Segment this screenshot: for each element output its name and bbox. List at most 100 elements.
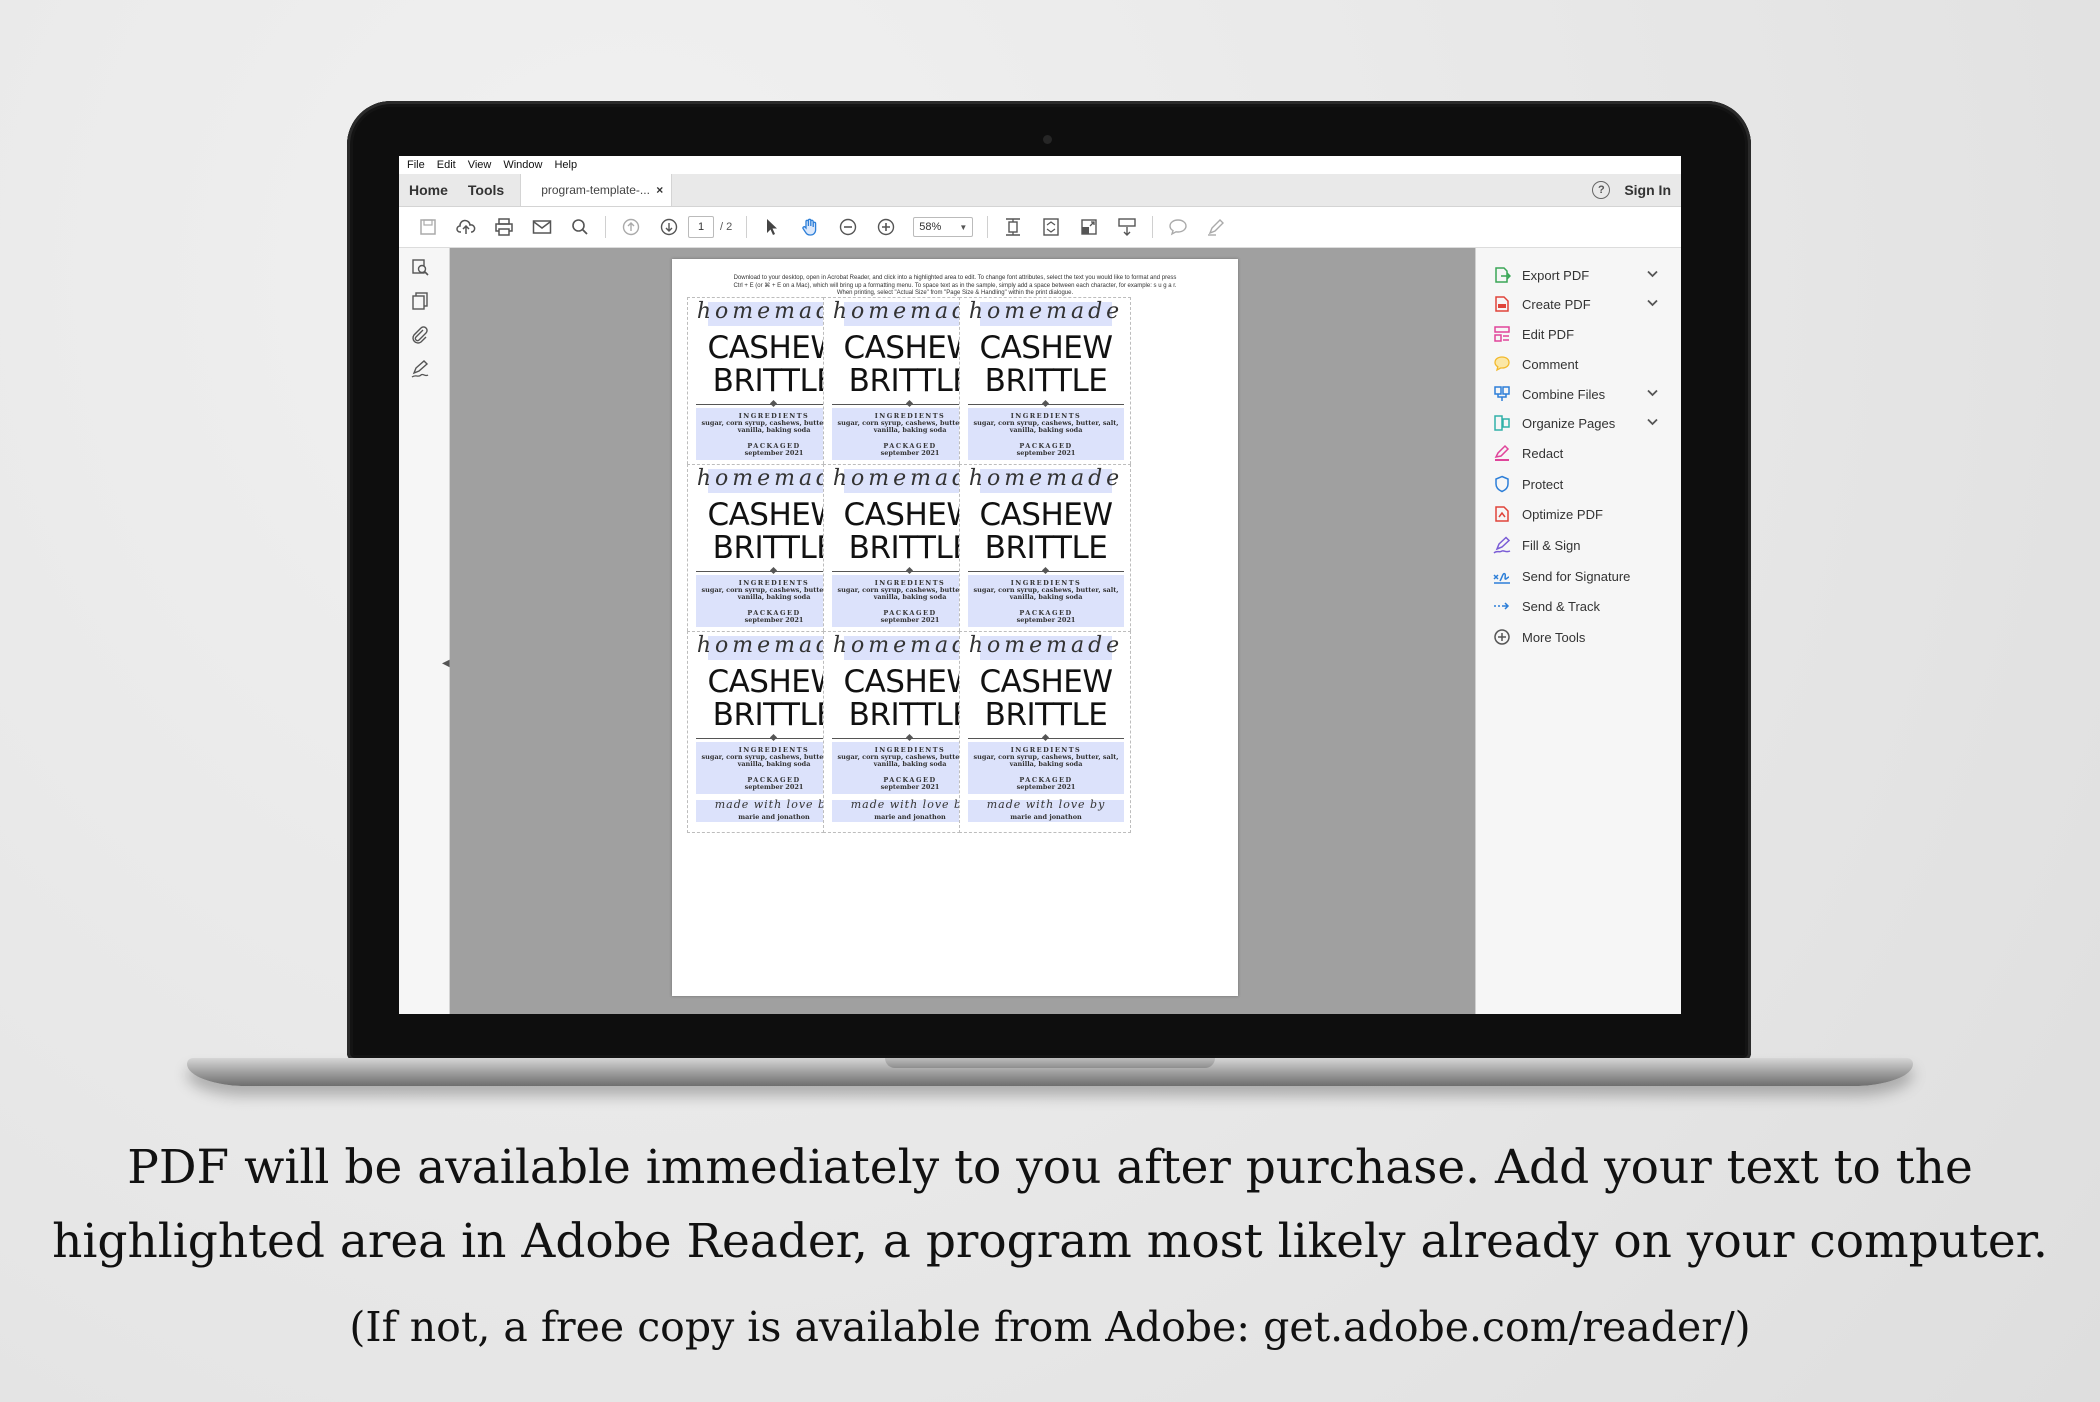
menu-edit[interactable]: Edit [437, 159, 456, 171]
zoom-select[interactable]: 58% ▼ [913, 217, 974, 237]
zoom-in-icon[interactable] [876, 217, 896, 237]
packaged-date: september 2021 [1016, 616, 1076, 624]
pdf-page[interactable]: Download to your desktop, open in Acroba… [672, 259, 1238, 996]
tool-label: Send for Signature [1522, 568, 1631, 584]
rotate-icon[interactable] [1079, 217, 1099, 237]
signature-icon[interactable] [409, 358, 431, 380]
comment-icon[interactable] [1168, 217, 1188, 237]
screen: File Edit View Window Help Home Tools pr… [399, 156, 1681, 1014]
tool-label: Fill & Sign [1522, 537, 1581, 553]
tool-label: Edit PDF [1522, 326, 1575, 342]
tab-tools[interactable]: Tools [458, 174, 514, 206]
left-rail: ◀ [399, 248, 450, 1014]
tool-create-pdf[interactable]: Create PDF [1492, 293, 1672, 315]
tab-document[interactable]: program-template-... × [520, 174, 673, 206]
label-title-line-2: BRITTLE [984, 697, 1108, 733]
tool-optimize-pdf[interactable]: Optimize PDF [1492, 503, 1672, 525]
full-page-icon[interactable] [1041, 217, 1061, 237]
divider-diamond [1041, 399, 1050, 408]
help-icon[interactable]: ? [1592, 181, 1611, 199]
tool-label: Create PDF [1522, 296, 1591, 312]
tool-send-for-signature[interactable]: Send for Signature [1492, 565, 1672, 587]
tool-more-tools[interactable]: More Tools [1492, 626, 1672, 648]
chevron-down-icon[interactable] [1646, 297, 1658, 309]
toolbar-separator [746, 216, 748, 238]
document-viewer[interactable]: Download to your desktop, open in Acroba… [450, 248, 1475, 1014]
print-icon[interactable] [494, 217, 514, 237]
fit-page-icon[interactable] [1003, 217, 1023, 237]
menu-window[interactable]: Window [503, 159, 542, 171]
highlight-pen-icon[interactable] [1206, 217, 1226, 237]
organize-pages-icon [1492, 413, 1512, 433]
tool-combine-files[interactable]: Combine Files [1492, 383, 1672, 405]
label-title-line-1: CASHEW [979, 664, 1113, 700]
ingredients-text: sugar, corn syrup, cashews, butter, salt… [973, 419, 1119, 434]
toolbar: 1 / 2 58% ▼ [399, 207, 1681, 248]
sign-in-button[interactable]: Sign In [1624, 182, 1671, 198]
next-page-icon[interactable] [659, 217, 679, 237]
create-pdf-icon [1492, 294, 1512, 314]
chevron-down-icon[interactable] [1646, 416, 1658, 428]
chevron-down-icon[interactable] [1646, 387, 1658, 399]
page-instructions: Download to your desktop, open in Acroba… [733, 275, 1177, 296]
save-icon[interactable] [418, 217, 438, 237]
pages-icon[interactable] [409, 290, 431, 312]
prev-page-icon[interactable] [621, 217, 641, 237]
comment-icon [1492, 354, 1512, 374]
menu-file[interactable]: File [407, 159, 425, 171]
divider-diamond [905, 399, 914, 408]
laptop-notch [885, 1058, 1215, 1068]
label-script-heading: homemade [968, 633, 1124, 658]
more-tools-icon [1492, 627, 1512, 647]
tool-protect[interactable]: Protect [1492, 473, 1672, 495]
combine-files-icon [1492, 384, 1512, 404]
label-card[interactable]: homemade CASHEW BRITTLE INGREDIENTS sugar, c… [959, 631, 1131, 833]
redact-icon [1492, 443, 1512, 463]
tool-label: Organize Pages [1522, 415, 1616, 431]
camera-dot [1043, 135, 1052, 144]
tool-label: Export PDF [1522, 267, 1590, 283]
attachment-icon[interactable] [409, 324, 431, 346]
tool-label: Send & Track [1522, 598, 1601, 614]
tool-export-pdf[interactable]: Export PDF [1492, 264, 1672, 286]
page-total: / 2 [720, 221, 733, 233]
tab-home[interactable]: Home [399, 174, 458, 206]
tool-organize-pages[interactable]: Organize Pages [1492, 412, 1672, 434]
send-signature-icon [1492, 566, 1512, 586]
page-thumbnails-icon[interactable] [409, 256, 431, 278]
tool-label: More Tools [1522, 629, 1586, 645]
select-cursor-icon[interactable] [762, 217, 782, 237]
scroll-mode-icon[interactable] [1117, 217, 1137, 237]
tool-redact[interactable]: Redact [1492, 442, 1672, 464]
divider-diamond [769, 399, 778, 408]
zoom-out-icon[interactable] [838, 217, 858, 237]
upload-icon[interactable] [456, 217, 476, 237]
toolbar-separator [987, 216, 989, 238]
email-icon[interactable] [532, 217, 552, 237]
search-icon[interactable] [570, 217, 590, 237]
close-tab-icon[interactable]: × [656, 183, 663, 197]
label-title-line-2: BRITTLE [984, 363, 1108, 399]
tool-send-track[interactable]: Send & Track [1492, 595, 1672, 617]
export-pdf-icon [1492, 265, 1512, 285]
divider-diamond [1041, 733, 1050, 742]
tabbar-right: ? Sign In [1592, 174, 1671, 206]
collapse-panel-icon[interactable]: ◀ [442, 658, 450, 669]
divider-diamond [769, 733, 778, 742]
menu-help[interactable]: Help [554, 159, 577, 171]
tools-panel: Export PDF Create PDF Edit PDF Comment Combi… [1475, 248, 1681, 1014]
menu-view[interactable]: View [468, 159, 492, 171]
page-number-input[interactable]: 1 [688, 216, 714, 238]
send-track-icon [1492, 596, 1512, 616]
fill-sign-icon [1492, 535, 1512, 555]
tool-fill-sign[interactable]: Fill & Sign [1492, 534, 1672, 556]
tool-comment[interactable]: Comment [1492, 353, 1672, 375]
caption-line-1: PDF will be available immediately to you… [127, 1140, 1973, 1195]
hand-icon[interactable] [800, 217, 820, 237]
chevron-down-icon[interactable] [1646, 268, 1658, 280]
tab-document-label: program-template-... [541, 183, 650, 197]
tool-label: Optimize PDF [1522, 506, 1603, 522]
ingredients-text: sugar, corn syrup, cashews, butter, salt… [973, 586, 1119, 601]
tool-edit-pdf[interactable]: Edit PDF [1492, 323, 1672, 345]
label-script-heading: homemade [968, 466, 1124, 491]
